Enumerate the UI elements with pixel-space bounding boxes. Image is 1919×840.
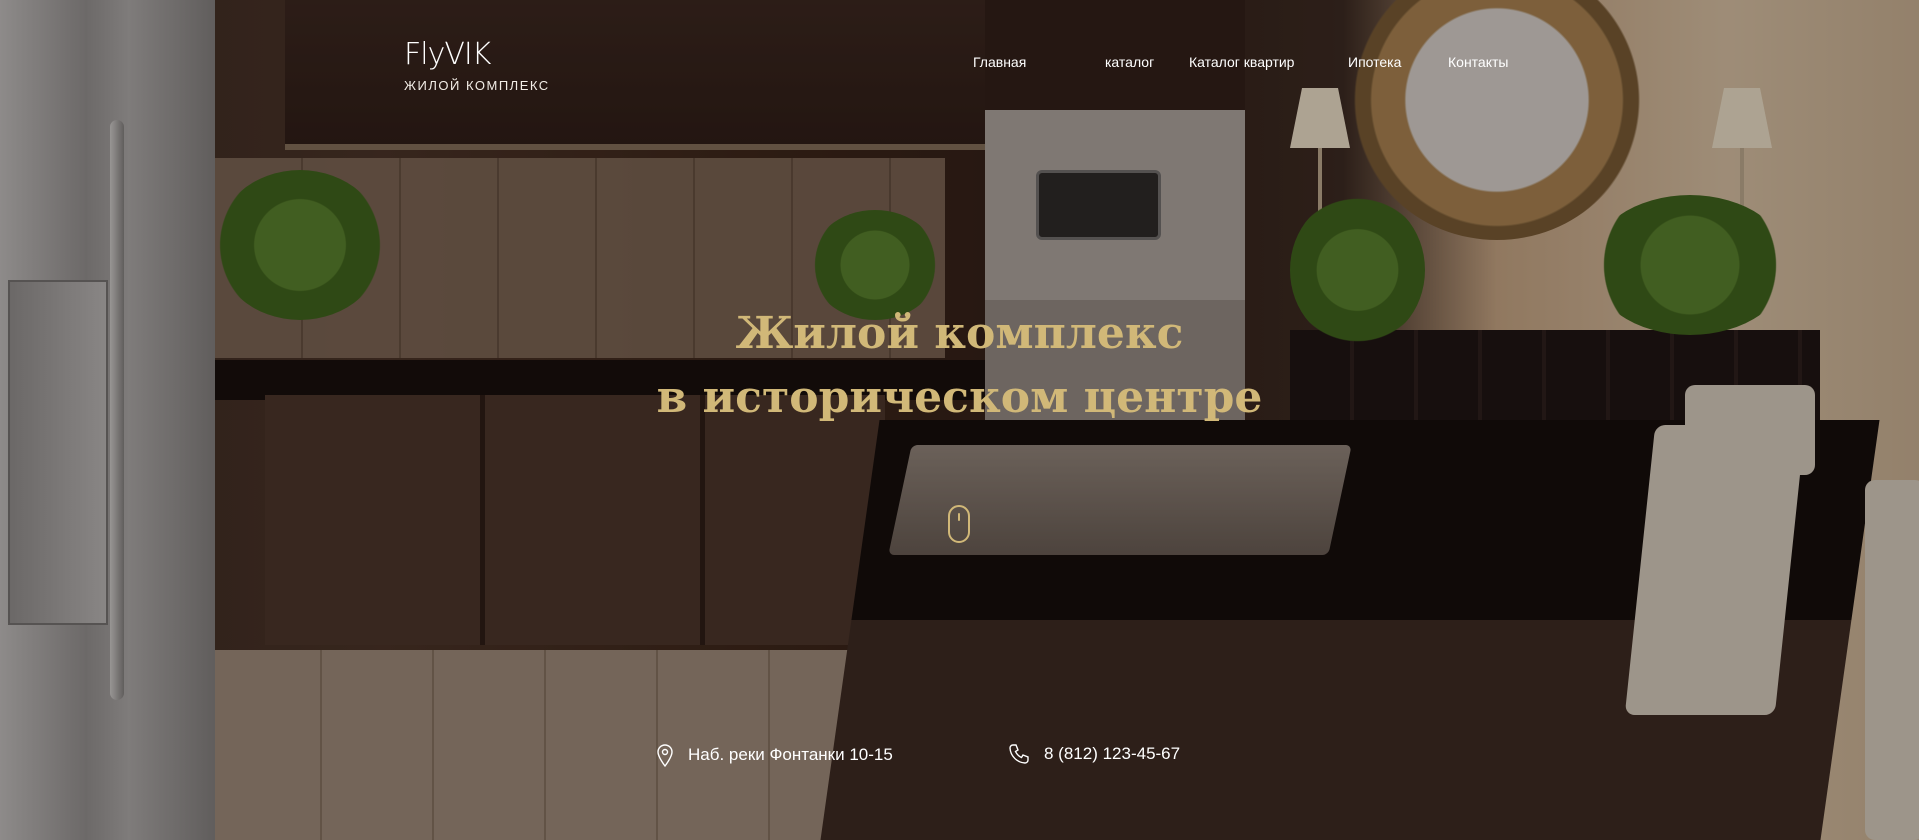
- nav-item-mortgage[interactable]: Ипотека: [1348, 54, 1401, 70]
- logo-tagline: ЖИЛОЙ КОМПЛЕКС: [404, 78, 550, 93]
- hero-title-line-1: Жилой комплекс: [735, 308, 1184, 359]
- main-nav: Главная каталог Каталог квартир Ипотека …: [0, 54, 1919, 74]
- location-pin-icon: [656, 743, 674, 767]
- nav-item-home[interactable]: Главная: [973, 54, 1026, 70]
- address-text: Наб. реки Фонтанки 10-15: [688, 745, 893, 764]
- nav-item-apartments-catalog[interactable]: Каталог квартир: [1189, 54, 1294, 70]
- phone-text: 8 (812) 123-45-67: [1044, 744, 1181, 763]
- address-contact: Наб. реки Фонтанки 10-15: [656, 743, 893, 767]
- nav-item-contacts[interactable]: Контакты: [1448, 54, 1508, 70]
- hero-title: Жилой комплекс в историческом центре: [0, 302, 1919, 430]
- hero-title-line-2: в историческом центре: [656, 372, 1263, 423]
- nav-item-catalog[interactable]: каталог: [1105, 54, 1154, 70]
- phone-contact[interactable]: 8 (812) 123-45-67: [1008, 743, 1180, 765]
- phone-icon: [1008, 743, 1030, 765]
- mouse-scroll-icon[interactable]: [948, 505, 970, 543]
